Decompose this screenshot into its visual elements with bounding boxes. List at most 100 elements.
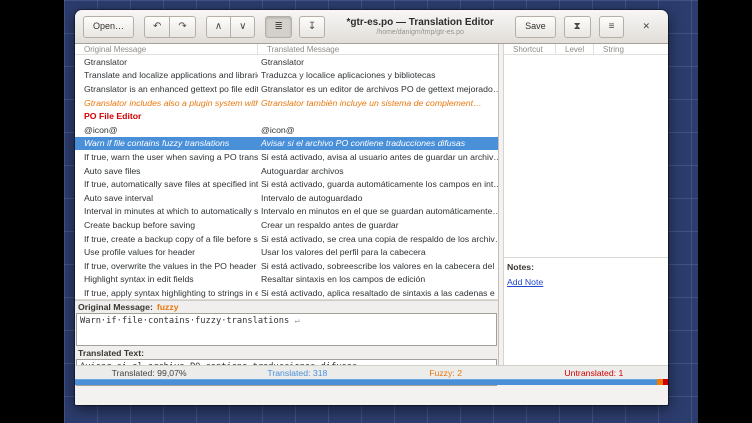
table-row[interactable]: If true, overwrite the values in the PO … [75, 259, 498, 273]
translated-cell: Avisar si el archivo PO contiene traducc… [258, 137, 498, 151]
column-original-message[interactable]: Original Message [75, 44, 258, 54]
original-cell: If true, warn the user when saving a PO … [75, 150, 258, 164]
translated-cell: Gtranslator también incluye un sistema d… [258, 96, 498, 110]
side-table-header: Shortcut Level String [504, 44, 668, 55]
column-shortcut[interactable]: Shortcut [504, 44, 556, 54]
translation-editor-window: Open… ↶ ↷ ∧ ∨ ≣ ↧ *gtr-es.po — Translati… [75, 10, 668, 405]
goto-message-icon: ↧ [308, 22, 316, 32]
redo-icon: ↷ [178, 22, 186, 32]
translated-percentage: Translated: 99,07% [75, 368, 223, 378]
notes-section: Notes: Add Note [504, 262, 668, 290]
save-button[interactable]: Save [515, 16, 556, 38]
notes-label: Notes: [507, 262, 668, 272]
table-row[interactable]: Warn if file contains fuzzy translations… [75, 137, 498, 151]
translated-cell: Gtranslator es un editor de archivos PO … [258, 82, 498, 96]
status-bar: Translated: 99,07% Translated: 318 Fuzzy… [75, 365, 668, 379]
original-message-label-row: Original Message: fuzzy [75, 301, 498, 313]
column-translated-message[interactable]: Translated Message [258, 44, 498, 54]
column-string[interactable]: String [594, 44, 668, 54]
translated-cell: Crear un respaldo antes de guardar [258, 218, 498, 232]
close-icon: ✕ [642, 22, 650, 31]
original-cell: Auto save interval [75, 191, 258, 205]
original-cell: Translate and localize applications and … [75, 69, 258, 83]
table-row[interactable]: Gtranslator includes also a plugin syste… [75, 96, 498, 110]
translated-text-label: Translated Text: [78, 348, 144, 358]
column-level[interactable]: Level [556, 44, 594, 54]
next-message-button[interactable]: ∨ [230, 16, 255, 38]
table-row[interactable]: Gtranslator is an enhanced gettext po fi… [75, 82, 498, 96]
original-cell: Gtranslator includes also a plugin syste… [75, 96, 258, 110]
original-message-textarea[interactable]: Warn·if·file·contains·fuzzy·translations… [76, 313, 497, 346]
message-table-header: Original Message Translated Message [75, 44, 498, 55]
undo-button[interactable]: ↶ [144, 16, 170, 38]
table-row[interactable]: Highlight syntax in edit fieldsResaltar … [75, 273, 498, 287]
translated-text-label-row: Translated Text: [75, 347, 498, 359]
original-cell: PO File Editor [75, 109, 258, 123]
table-row[interactable]: Translate and localize applications and … [75, 69, 498, 83]
original-cell: Warn if file contains fuzzy translations [75, 137, 258, 151]
translated-count: Translated: 318 [223, 368, 371, 378]
original-cell: Gtranslator [75, 55, 258, 69]
close-button[interactable]: ✕ [632, 16, 660, 38]
table-row[interactable]: Use profile values for headerUsar los va… [75, 245, 498, 259]
translated-cell: Si está activado, guarda automáticamente… [258, 177, 498, 191]
original-cell: If true, overwrite the values in the PO … [75, 259, 258, 273]
table-row[interactable]: Create backup before savingCrear un resp… [75, 218, 498, 232]
translated-cell: Si está activado, avisa al usuario antes… [258, 150, 498, 164]
untranslated-count: Untranslated: 1 [520, 368, 668, 378]
table-row[interactable]: If true, automatically save files at spe… [75, 177, 498, 191]
table-row[interactable]: If true, create a backup copy of a file … [75, 232, 498, 246]
chevron-down-icon: ∨ [239, 22, 246, 32]
translated-cell: Si está activado, se crea una copia de r… [258, 232, 498, 246]
table-row[interactable]: Auto save filesAutoguardar archivos [75, 164, 498, 178]
original-cell: Gtranslator is an enhanced gettext po fi… [75, 82, 258, 96]
newline-icon: ↵ [294, 316, 299, 326]
fuzzy-state-tag: fuzzy [157, 302, 179, 312]
original-message-text: Warn·if·file·contains·fuzzy·translations [80, 316, 289, 326]
message-details-icon: ≣ [274, 22, 282, 32]
table-row[interactable]: Auto save intervalIntervalo de autoguard… [75, 191, 498, 205]
navigation-group: ∧ ∨ [206, 16, 256, 38]
menu-button[interactable]: ≡ [599, 16, 625, 38]
translation-progress-bar [75, 379, 668, 385]
desktop-background: Open… ↶ ↷ ∧ ∨ ≣ ↧ *gtr-es.po — Translati… [64, 0, 698, 423]
progress-translated-segment [75, 379, 657, 385]
translated-cell: Autoguardar archivos [258, 164, 498, 178]
message-tools-group: ≣ ↧ [265, 16, 325, 38]
translated-cell: Si está activado, aplica resaltado de si… [258, 286, 498, 300]
table-row[interactable]: PO File Editor [75, 109, 498, 123]
original-cell: @icon@ [75, 123, 258, 137]
open-button[interactable]: Open… [83, 16, 134, 38]
table-row[interactable]: GtranslatorGtranslator [75, 55, 498, 69]
table-row[interactable]: Interval in minutes at which to automati… [75, 205, 498, 219]
chevron-up-icon: ∧ [215, 22, 222, 32]
goto-message-button[interactable]: ↧ [299, 16, 325, 38]
shortcut-table[interactable] [504, 55, 668, 258]
table-row[interactable]: If true, warn the user when saving a PO … [75, 150, 498, 164]
table-row[interactable]: If true, apply syntax highlighting to st… [75, 286, 498, 300]
redo-button[interactable]: ↷ [169, 16, 195, 38]
upload-button[interactable]: ⧗ [564, 16, 591, 38]
message-pane: Original Message Translated Message Gtra… [75, 44, 499, 385]
header-right-group: Save ⧗ ≡ ✕ [515, 16, 660, 38]
undo-icon: ↶ [153, 22, 161, 32]
original-cell: Interval in minutes at which to automati… [75, 205, 258, 219]
side-panel: Shortcut Level String Notes: Add Note [503, 44, 668, 385]
translated-cell: Usar los valores del perfil para la cabe… [258, 245, 498, 259]
message-details-button[interactable]: ≣ [265, 16, 291, 38]
translated-cell: Intervalo en minutos en el que se guarda… [258, 205, 498, 219]
original-cell: If true, automatically save files at spe… [75, 177, 258, 191]
message-rows: GtranslatorGtranslatorTranslate and loca… [75, 55, 498, 300]
window-subtitle: /home/danigm/tmp/gtr-es.po [335, 29, 505, 36]
window-title: *gtr-es.po — Translation Editor [335, 17, 505, 28]
translated-cell: Gtranslator [258, 55, 498, 69]
table-row[interactable]: @icon@@icon@ [75, 123, 498, 137]
previous-message-button[interactable]: ∧ [206, 16, 231, 38]
translated-cell: Intervalo de autoguardado [258, 191, 498, 205]
header-bar: Open… ↶ ↷ ∧ ∨ ≣ ↧ *gtr-es.po — Translati… [75, 10, 668, 44]
hourglass-icon: ⧗ [574, 22, 581, 32]
original-cell: Use profile values for header [75, 245, 258, 259]
original-cell: Auto save files [75, 164, 258, 178]
add-note-link[interactable]: Add Note [507, 277, 543, 287]
original-cell: If true, apply syntax highlighting to st… [75, 286, 258, 300]
